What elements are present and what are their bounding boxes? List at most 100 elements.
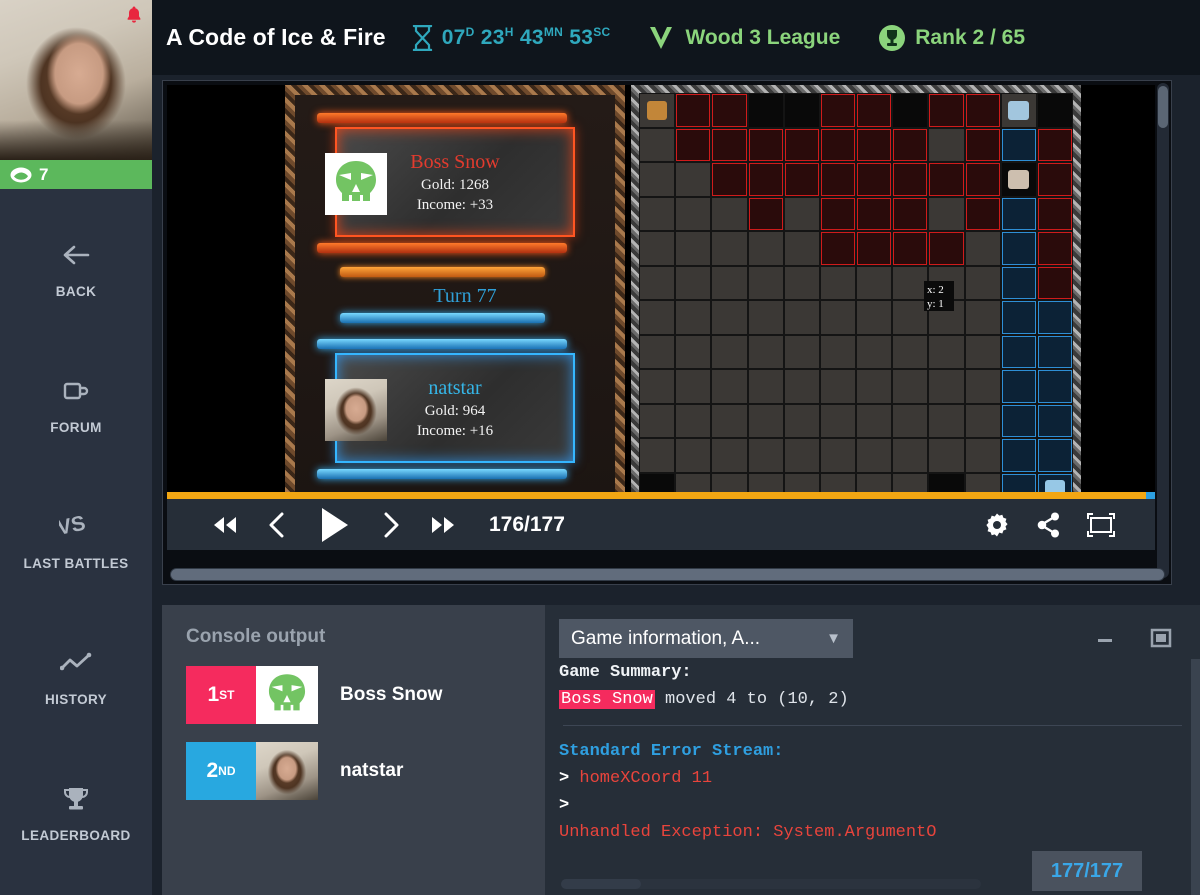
board-cell[interactable] [1000, 300, 1037, 335]
board-cell[interactable] [639, 403, 676, 438]
board-cell[interactable] [639, 265, 676, 300]
webcam-feed[interactable] [0, 0, 152, 160]
maximize-button[interactable] [1144, 621, 1178, 655]
board-cell[interactable] [675, 438, 712, 473]
board-cell[interactable] [675, 93, 712, 128]
board-cell[interactable] [819, 162, 856, 197]
board-cell[interactable] [819, 334, 856, 369]
board-cell[interactable] [819, 403, 856, 438]
board-cell[interactable] [783, 231, 820, 266]
sidebar-item-forum[interactable]: FORUM [0, 336, 152, 472]
board-cell[interactable] [892, 369, 929, 404]
board-cell[interactable] [856, 300, 893, 335]
board-cell[interactable] [1000, 265, 1037, 300]
board-cell[interactable] [1036, 231, 1073, 266]
board-cell[interactable] [964, 369, 1001, 404]
board-cell[interactable] [675, 231, 712, 266]
leaderboard-row[interactable]: 1 ST Boss Snow [186, 666, 545, 724]
board-cell[interactable] [856, 265, 893, 300]
board-cell[interactable] [783, 93, 820, 128]
board-cell[interactable] [783, 334, 820, 369]
board-cell[interactable] [928, 334, 965, 369]
board-cell[interactable] [747, 300, 784, 335]
sidebar-item-last-battles[interactable]: VS LAST BATTLES [0, 472, 152, 608]
board-cell[interactable] [856, 231, 893, 266]
board-cell[interactable] [964, 438, 1001, 473]
board-cell[interactable] [964, 93, 1001, 128]
replay-progress-bar[interactable] [167, 492, 1155, 499]
board-cell[interactable] [928, 127, 965, 162]
board-cell[interactable] [819, 438, 856, 473]
board-cell[interactable] [639, 162, 676, 197]
board-cell[interactable] [928, 162, 965, 197]
bell-notification-icon[interactable] [126, 6, 142, 24]
board-cell[interactable] [856, 438, 893, 473]
board-cell[interactable] [819, 93, 856, 128]
game-board[interactable]: x: 2 y: 1 [631, 85, 1081, 515]
board-cell[interactable] [1036, 334, 1073, 369]
board-cell[interactable] [892, 334, 929, 369]
board-cell[interactable] [964, 265, 1001, 300]
sidebar-item-history[interactable]: HISTORY [0, 608, 152, 744]
board-cell[interactable] [892, 162, 929, 197]
board-cell[interactable] [964, 127, 1001, 162]
board-cell[interactable] [639, 231, 676, 266]
board-cell[interactable] [819, 231, 856, 266]
board-cell[interactable] [892, 438, 929, 473]
board-cell[interactable] [964, 162, 1001, 197]
board-cell[interactable] [1000, 369, 1037, 404]
board-cell[interactable] [928, 231, 965, 266]
fullscreen-button[interactable] [1075, 499, 1127, 550]
board-cell[interactable] [747, 196, 784, 231]
board-cell[interactable] [783, 265, 820, 300]
board-cell[interactable] [747, 265, 784, 300]
scrollbar-thumb[interactable] [561, 879, 641, 889]
board-cell[interactable] [711, 231, 748, 266]
board-cell[interactable] [1000, 93, 1037, 128]
board-cell[interactable] [1000, 127, 1037, 162]
board-cell[interactable] [783, 300, 820, 335]
scrollbar-thumb[interactable] [1158, 86, 1168, 128]
board-cell[interactable] [819, 265, 856, 300]
board-cell[interactable] [639, 127, 676, 162]
board-cell[interactable] [675, 334, 712, 369]
board-cell[interactable] [1036, 127, 1073, 162]
board-cell[interactable] [892, 265, 929, 300]
board-cell[interactable] [964, 334, 1001, 369]
board-cell[interactable] [747, 369, 784, 404]
board-cell[interactable] [783, 196, 820, 231]
board-cell[interactable] [892, 127, 929, 162]
board-cell[interactable] [711, 265, 748, 300]
board-cell[interactable] [747, 403, 784, 438]
board-cell[interactable] [747, 334, 784, 369]
board-cell[interactable] [711, 127, 748, 162]
console-horizontal-scrollbar[interactable] [561, 879, 981, 889]
board-cell[interactable] [747, 93, 784, 128]
board-cell[interactable] [639, 300, 676, 335]
board-cell[interactable] [1036, 265, 1073, 300]
board-cell[interactable] [639, 369, 676, 404]
board-cell[interactable] [783, 369, 820, 404]
board-cell[interactable] [1036, 162, 1073, 197]
board-cell[interactable] [892, 196, 929, 231]
board-cell[interactable] [711, 300, 748, 335]
board-cell[interactable] [675, 265, 712, 300]
sidebar-item-leaderboard[interactable]: LEADERBOARD [0, 744, 152, 880]
board-cell[interactable] [819, 369, 856, 404]
board-cell[interactable] [711, 196, 748, 231]
board-cell[interactable] [892, 403, 929, 438]
rank-indicator[interactable]: Rank 2 / 65 [878, 24, 1025, 52]
board-cell[interactable] [928, 196, 965, 231]
board-cell[interactable] [892, 300, 929, 335]
board-cell[interactable] [928, 369, 965, 404]
board-cell[interactable] [1036, 369, 1073, 404]
board-cell[interactable] [964, 196, 1001, 231]
board-cell[interactable] [819, 300, 856, 335]
board-cell[interactable] [711, 334, 748, 369]
board-cell[interactable] [1000, 334, 1037, 369]
board-cell[interactable] [892, 93, 929, 128]
replay-stage[interactable]: Boss Snow Gold: 1268 Income: +33 Turn 77… [167, 85, 1155, 550]
board-cell[interactable] [928, 438, 965, 473]
settings-button[interactable] [971, 499, 1023, 550]
board-cell[interactable] [856, 196, 893, 231]
